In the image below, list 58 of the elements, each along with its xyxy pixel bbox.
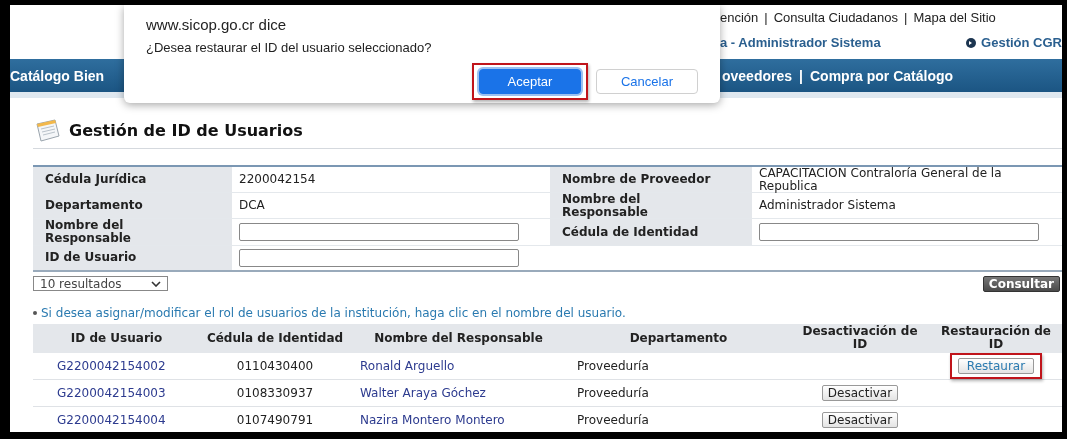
field-label: Nombre del Responsable bbox=[33, 218, 232, 246]
deactivate-button[interactable]: Desactivar bbox=[821, 411, 899, 428]
nav-link[interactable]: oveedores bbox=[722, 67, 793, 84]
user-name-link[interactable]: Walter Araya Góchez bbox=[360, 385, 486, 400]
bullet bbox=[33, 310, 37, 315]
system-link[interactable]: Gestión CGR bbox=[966, 35, 1062, 50]
separator: | bbox=[904, 9, 908, 25]
user-id-link[interactable]: G2200042154003 bbox=[57, 385, 166, 400]
chevron-down-icon bbox=[151, 280, 161, 287]
table-cell: Proveeduría bbox=[577, 358, 649, 373]
header-link[interactable]: Consulta Ciudadanos bbox=[773, 9, 898, 25]
page-title: Gestión de ID de Usuarios bbox=[69, 120, 303, 140]
header-link[interactable]: ención bbox=[720, 9, 759, 25]
page-size-select[interactable]: 10 resultados bbox=[33, 276, 168, 292]
table-cell: 0110430400 bbox=[236, 358, 314, 373]
input-field[interactable] bbox=[239, 248, 519, 267]
column-header: Restauración de ID bbox=[930, 323, 1062, 353]
table-cell: 0107490791 bbox=[236, 412, 314, 427]
column-header: Nombre del Responsable bbox=[350, 323, 567, 353]
separator: | bbox=[764, 9, 768, 25]
arrow-circle-icon bbox=[966, 37, 977, 48]
nav-link[interactable]: Catálogo Bien bbox=[10, 67, 105, 84]
input-field[interactable] bbox=[759, 222, 1039, 241]
user-id-link[interactable]: G2200042154004 bbox=[57, 412, 166, 427]
cancel-button[interactable]: Cancelar bbox=[596, 69, 698, 94]
field-label: ID de Usuario bbox=[33, 245, 232, 271]
dialog-origin: www.sicop.go.cr dice bbox=[146, 16, 287, 33]
user-name-link[interactable]: Nazira Montero Montero bbox=[360, 412, 505, 427]
table-cell: Proveeduría bbox=[577, 385, 649, 400]
user-id-link[interactable]: G2200042154002 bbox=[57, 358, 166, 373]
separator: | bbox=[799, 67, 803, 84]
column-header: ID de Usuario bbox=[33, 323, 200, 353]
restore-button[interactable]: Restaurar bbox=[957, 357, 1035, 374]
input-field[interactable] bbox=[239, 222, 519, 241]
field-value: CAPACITACION Contraloría General de la Republica bbox=[759, 166, 1002, 193]
deactivate-button[interactable]: Desactivar bbox=[821, 384, 899, 401]
column-header: Cédula de Identidad bbox=[200, 323, 350, 353]
field-label: Cédula de Identidad bbox=[550, 218, 752, 246]
search-button[interactable]: Consultar bbox=[982, 275, 1060, 292]
field-value: 2200042154 bbox=[239, 172, 316, 187]
field-label: Nombre del Responsable bbox=[550, 192, 752, 219]
document-icon bbox=[33, 118, 63, 142]
field-label: Departamento bbox=[33, 192, 232, 219]
column-header: Departamento bbox=[567, 323, 790, 353]
field-label: Nombre de Proveedor bbox=[550, 166, 752, 193]
nav-link[interactable]: Compra por Catálogo bbox=[809, 67, 954, 84]
accept-button[interactable]: Aceptar bbox=[479, 69, 581, 94]
user-name: a - Administrador Sistema bbox=[720, 35, 881, 50]
column-header: Desactivación de ID bbox=[790, 323, 930, 353]
field-label: Cédula Jurídica bbox=[33, 166, 232, 193]
user-name-link[interactable]: Ronald Arguello bbox=[360, 358, 455, 373]
dialog-message: ¿Desea restaurar el ID del usuario seleccionado? bbox=[146, 40, 432, 55]
field-value: DCA bbox=[239, 198, 265, 213]
hint-link[interactable]: Si desea asignar/modificar el rol de usuarios de la institución, haga clic en el nombre del usuario. bbox=[41, 305, 626, 320]
table-cell: Proveeduría bbox=[577, 412, 649, 427]
field-value: Administrador Sistema bbox=[759, 198, 896, 213]
header-link[interactable]: Mapa del Sitio bbox=[913, 9, 996, 25]
table-cell: 0108330937 bbox=[236, 385, 314, 400]
